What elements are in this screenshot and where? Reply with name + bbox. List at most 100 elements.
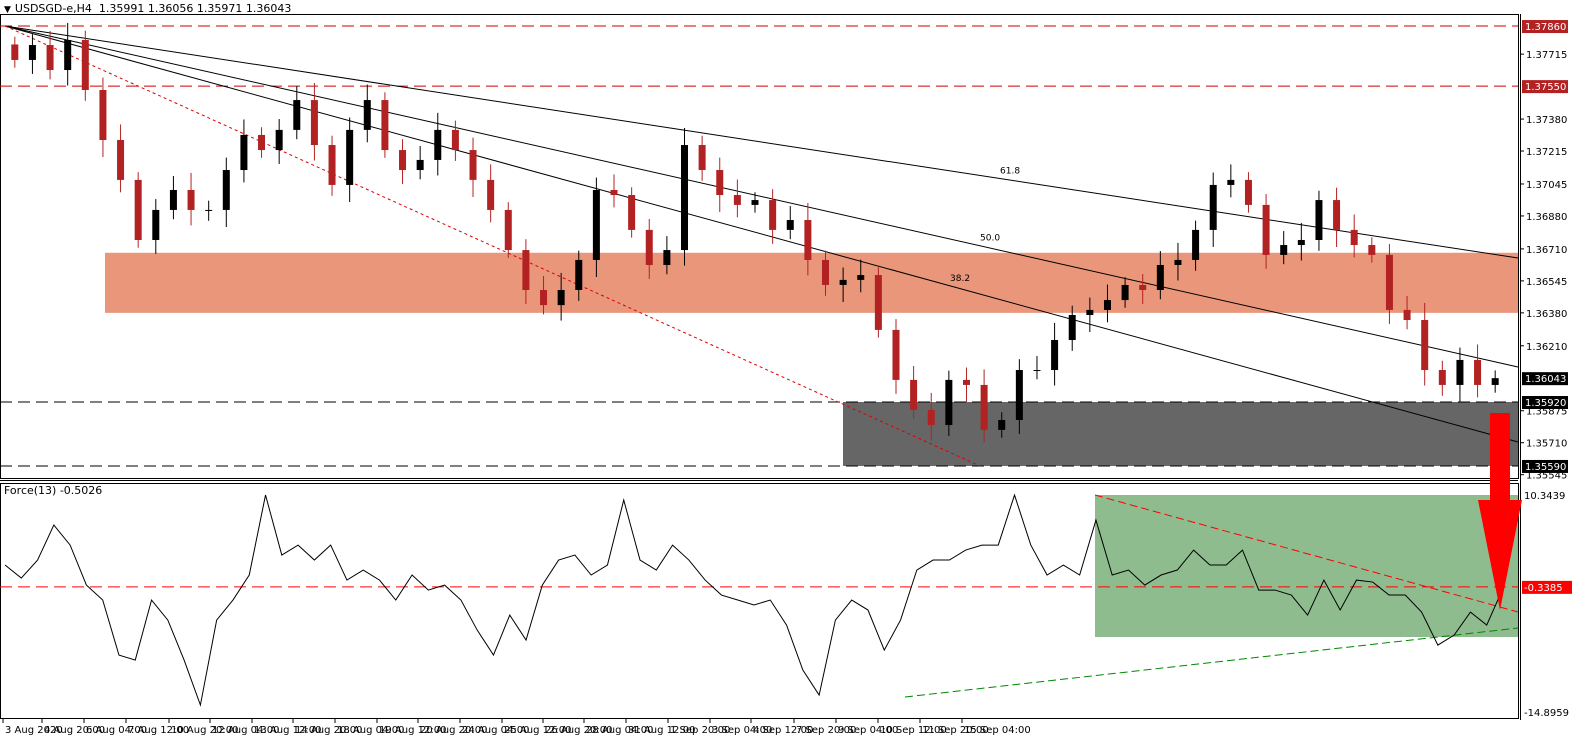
price-label-1.37550: 1.37550 (1525, 82, 1566, 93)
bull-candle (363, 100, 371, 130)
force-green-trendline (904, 627, 1519, 698)
time-tick-label: 15 Sep 04:00 (964, 725, 1031, 736)
price-tick-label: 1.35710 (1526, 439, 1567, 450)
price-tick-label: 1.35545 (1526, 471, 1567, 482)
bear-candle (1474, 359, 1482, 385)
bull-candle (434, 129, 442, 160)
bear-candle (910, 379, 918, 410)
fib-label-61.8: 61.8 (1000, 167, 1020, 177)
price-tick-label: 1.37380 (1526, 115, 1567, 126)
bull-candle (1086, 309, 1094, 315)
bull-candle (592, 189, 600, 260)
bear-candle (628, 195, 636, 230)
bull-candle (1033, 370, 1041, 372)
fib-fan-line-38.2 (4, 25, 1519, 443)
chart-title: ▼ USDSGD-e,H4 1.35991 1.36056 1.35971 1.3… (4, 2, 291, 15)
bull-candle (1192, 229, 1200, 260)
bull-candle (557, 289, 565, 306)
bull-candle (1297, 239, 1305, 246)
bear-candle (610, 189, 618, 196)
bear-candle (1385, 254, 1393, 310)
fib-fan-line-50.0 (4, 25, 1519, 368)
bull-candle (1156, 264, 1164, 290)
bull-candle (28, 45, 36, 60)
bull-candle (275, 129, 283, 151)
bull-candle (1315, 200, 1323, 240)
bull-candle (1209, 184, 1217, 230)
bull-candle (346, 129, 354, 185)
bull-candle (1068, 314, 1076, 340)
bear-candle (733, 195, 741, 205)
bear-candle (821, 259, 829, 285)
bear-candle (522, 250, 530, 290)
bull-candle (1491, 378, 1499, 385)
bull-candle (1456, 359, 1464, 385)
bull-candle (681, 145, 689, 251)
bear-candle (117, 139, 125, 180)
bull-candle (1051, 339, 1059, 371)
bear-candle (1438, 370, 1446, 385)
bear-candle (769, 200, 777, 230)
bear-candle (645, 229, 653, 265)
bull-candle (240, 134, 248, 171)
price-tick-label: 1.36880 (1526, 212, 1567, 223)
bull-candle (663, 250, 671, 265)
bull-candle (945, 379, 953, 426)
bear-candle (716, 170, 724, 196)
price-tick-label: 1.37045 (1526, 180, 1567, 191)
force-zone (1095, 495, 1518, 637)
bear-candle (134, 179, 142, 240)
ohlc-values: 1.35991 1.36056 1.35971 1.36043 (98, 2, 292, 15)
bull-candle (575, 259, 583, 290)
bear-candle (81, 39, 89, 90)
bull-candle (205, 209, 213, 211)
force-level-label: -0.3385 (1524, 583, 1563, 594)
bear-candle (310, 100, 318, 146)
bear-candle (487, 179, 495, 210)
bull-candle (857, 275, 865, 280)
price-label-1.36043: 1.36043 (1525, 374, 1566, 385)
bull-candle (1280, 245, 1288, 255)
bull-candle (751, 200, 759, 205)
symbol-label: USDSGD-e,H4 (14, 2, 92, 15)
bull-candle (786, 220, 794, 230)
force-tick-label: -14.8959 (1524, 708, 1569, 719)
bear-candle (804, 220, 812, 260)
bear-candle (1139, 284, 1147, 290)
bull-candle (1227, 179, 1235, 185)
bull-candle (1174, 259, 1182, 265)
bear-candle (187, 189, 195, 210)
price-tick-label: 1.36710 (1526, 245, 1567, 256)
bear-candle (11, 44, 19, 60)
bear-candle (874, 275, 882, 330)
bear-candle (469, 150, 477, 180)
price-tick-label: 1.36380 (1526, 309, 1567, 320)
bear-candle (1368, 245, 1376, 255)
bull-candle (169, 189, 177, 210)
bear-candle (927, 409, 935, 426)
chart-canvas: 1.378601.375501.360431.359201.3559061.85… (0, 14, 1572, 736)
bear-candle (962, 379, 970, 385)
bull-candle (1103, 300, 1111, 310)
fib-label-38.2: 38.2 (950, 274, 970, 284)
support-zone (843, 402, 1518, 466)
bull-candle (152, 209, 160, 240)
bull-candle (998, 420, 1006, 430)
price-label-1.37860: 1.37860 (1525, 22, 1566, 33)
price-tick-label: 1.37715 (1526, 50, 1567, 61)
fib-label-50.0: 50.0 (980, 234, 1000, 244)
collapse-triangle-icon[interactable]: ▼ (4, 5, 11, 15)
force-tick-label: 10.3439 (1524, 491, 1565, 502)
bull-candle (1015, 370, 1023, 421)
bull-candle (64, 39, 72, 71)
bull-candle (839, 279, 847, 285)
fib-fan-line-61.8 (4, 25, 1519, 259)
bull-candle (293, 100, 301, 130)
red-trendline (4, 25, 981, 467)
bear-candle (698, 145, 706, 171)
bear-candle (1350, 229, 1358, 246)
bear-candle (258, 134, 266, 151)
price-tick-label: 1.35875 (1526, 407, 1567, 418)
bear-candle (892, 329, 900, 380)
price-tick-label: 1.36210 (1526, 342, 1567, 353)
